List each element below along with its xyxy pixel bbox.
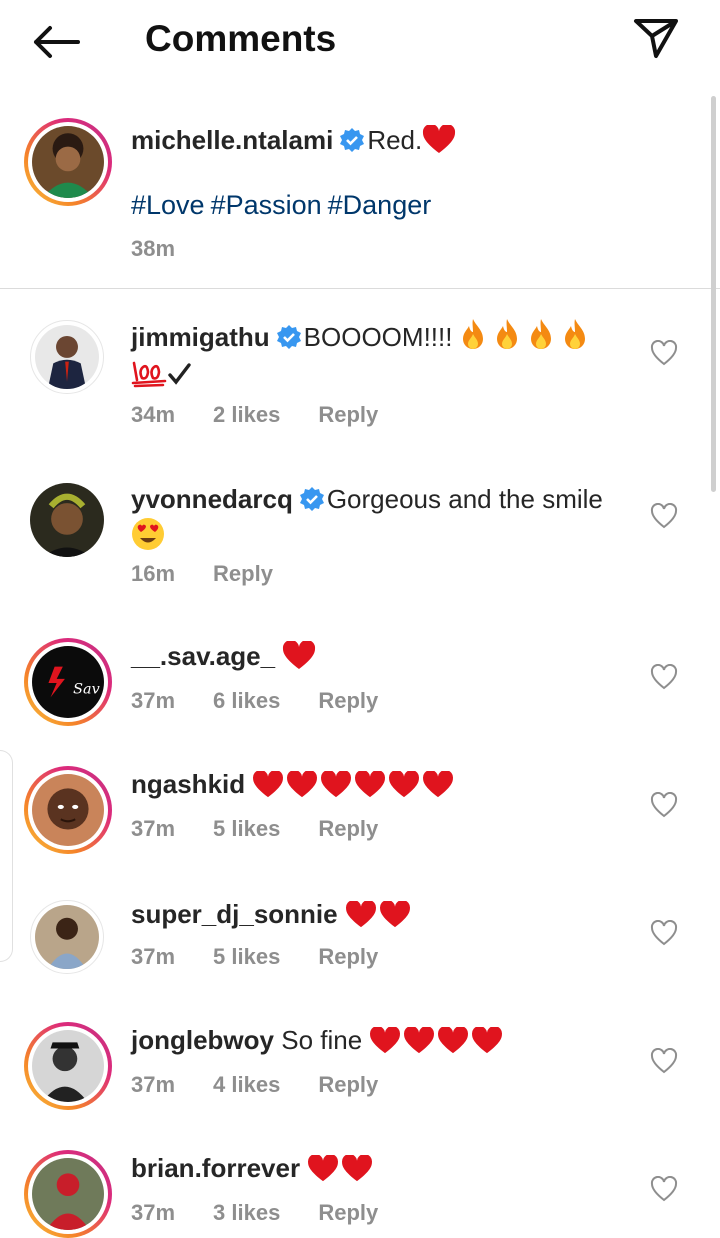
likes-count[interactable]: 6 likes [213, 688, 280, 713]
red-heart-emoji-icon [321, 771, 352, 798]
comment-time: 34m [131, 402, 176, 427]
comment-time: 37m [131, 816, 176, 841]
verified-badge-icon [340, 128, 365, 152]
fire-emoji-icon [463, 319, 484, 349]
red-heart-emoji-icon [283, 641, 316, 669]
reply-button[interactable]: Reply [213, 561, 273, 586]
verified-badge-icon [299, 487, 324, 511]
reply-button[interactable]: Reply [318, 688, 378, 713]
comment-text: BOOOOM!!!! [303, 322, 453, 352]
back-arrow-icon[interactable] [30, 22, 82, 62]
likes-count[interactable]: 2 likes [213, 402, 280, 427]
heart-outline-icon[interactable] [650, 920, 678, 946]
comment-username[interactable]: jonglebwoy [131, 1025, 274, 1055]
avatar[interactable] [30, 900, 104, 974]
avatar[interactable] [30, 483, 104, 557]
red-heart-emoji-icon [345, 901, 376, 928]
profile-photo [32, 126, 104, 198]
comment-time: 16m [131, 561, 176, 586]
red-heart-emoji-icon [370, 1027, 401, 1054]
red-heart-emoji-icon [438, 1027, 469, 1054]
heart-eyes-emoji-icon [132, 518, 164, 550]
top-bar: Comments [0, 0, 720, 82]
hashtag-danger[interactable]: #Danger [328, 190, 432, 220]
scrollbar[interactable] [711, 96, 716, 492]
page-title: Comments [145, 18, 337, 59]
fire-emoji-icon [497, 319, 518, 349]
profile-photo [32, 1030, 104, 1102]
red-heart-emoji-icon [379, 901, 410, 928]
avatar[interactable] [30, 320, 104, 394]
avatar[interactable]: Sav [24, 638, 112, 726]
send-icon[interactable] [632, 16, 680, 60]
verified-badge-icon [276, 325, 301, 349]
avatar[interactable] [24, 118, 112, 206]
heart-outline-icon[interactable] [650, 792, 678, 818]
comment-meta: 37m 6 likes Reply [131, 688, 416, 714]
edge-panel-handle[interactable] [0, 750, 13, 962]
profile-photo: Sav [32, 646, 104, 718]
red-heart-emoji-icon [404, 1027, 435, 1054]
heart-outline-icon[interactable] [650, 340, 678, 366]
red-heart-emoji-icon [355, 771, 386, 798]
likes-count[interactable]: 5 likes [213, 816, 280, 841]
post-caption: michelle.ntalami Red. #Love #Passion #Dange… [0, 96, 720, 289]
comment-username[interactable]: super_dj_sonnie [131, 899, 338, 929]
caption-username[interactable]: michelle.ntalami [131, 125, 333, 155]
comment-username[interactable]: jimmigathu [131, 322, 270, 352]
comment-time: 37m [131, 944, 176, 969]
profile-photo [35, 905, 99, 969]
red-heart-emoji-icon [287, 771, 318, 798]
comment-time: 37m [131, 688, 176, 713]
hashtags: #Love #Passion #Danger [131, 190, 437, 221]
comment-username[interactable]: yvonnedarcq [131, 484, 293, 514]
hashtag-love[interactable]: #Love [131, 190, 205, 220]
comment-username[interactable]: __.sav.age_ [131, 641, 275, 671]
caption-time: 38m [131, 236, 176, 261]
comment-meta: 37m 5 likes Reply [131, 944, 416, 970]
caption-text: Red. [367, 125, 423, 155]
reply-button[interactable]: Reply [318, 816, 378, 841]
red-heart-emoji-icon [308, 1155, 339, 1182]
fire-emoji-icon [531, 319, 552, 349]
profile-photo [32, 774, 104, 846]
profile-photo [30, 483, 104, 557]
comment-meta: 37m 3 likes Reply [131, 1200, 416, 1226]
red-heart-emoji-icon [389, 771, 420, 798]
heart-outline-icon[interactable] [650, 1048, 678, 1074]
avatar[interactable] [24, 1022, 112, 1110]
svg-text:Sav: Sav [73, 681, 100, 697]
fire-emoji-icon [565, 319, 586, 349]
red-heart-emoji-icon [253, 771, 284, 798]
heart-outline-icon[interactable] [650, 664, 678, 690]
hundred-points-emoji-icon [131, 361, 167, 388]
red-heart-emoji-icon [342, 1155, 373, 1182]
profile-photo [32, 1158, 104, 1230]
comment-meta: 34m 2 likes Reply [131, 402, 416, 428]
comment-text: Gorgeous and the smile [326, 484, 603, 514]
hashtag-passion[interactable]: #Passion [211, 190, 322, 220]
reply-button[interactable]: Reply [318, 1072, 378, 1097]
red-heart-emoji-icon [472, 1027, 503, 1054]
red-heart-emoji-icon [423, 125, 456, 153]
red-heart-emoji-icon [423, 771, 454, 798]
comment-meta: 37m 5 likes Reply [131, 816, 416, 842]
check-mark-icon [168, 363, 191, 385]
comment-text: So fine [281, 1025, 363, 1055]
heart-outline-icon[interactable] [650, 1176, 678, 1202]
likes-count[interactable]: 5 likes [213, 944, 280, 969]
reply-button[interactable]: Reply [318, 402, 378, 427]
avatar[interactable] [24, 1150, 112, 1238]
profile-photo [35, 325, 99, 389]
comment-meta: 16m Reply [131, 561, 311, 587]
comment-username[interactable]: brian.forrever [131, 1153, 300, 1183]
heart-outline-icon[interactable] [650, 503, 678, 529]
comment-username[interactable]: ngashkid [131, 769, 245, 799]
avatar[interactable] [24, 766, 112, 854]
likes-count[interactable]: 4 likes [213, 1072, 280, 1097]
comment-time: 37m [131, 1072, 176, 1097]
reply-button[interactable]: Reply [318, 944, 378, 969]
comment-meta: 37m 4 likes Reply [131, 1072, 416, 1098]
